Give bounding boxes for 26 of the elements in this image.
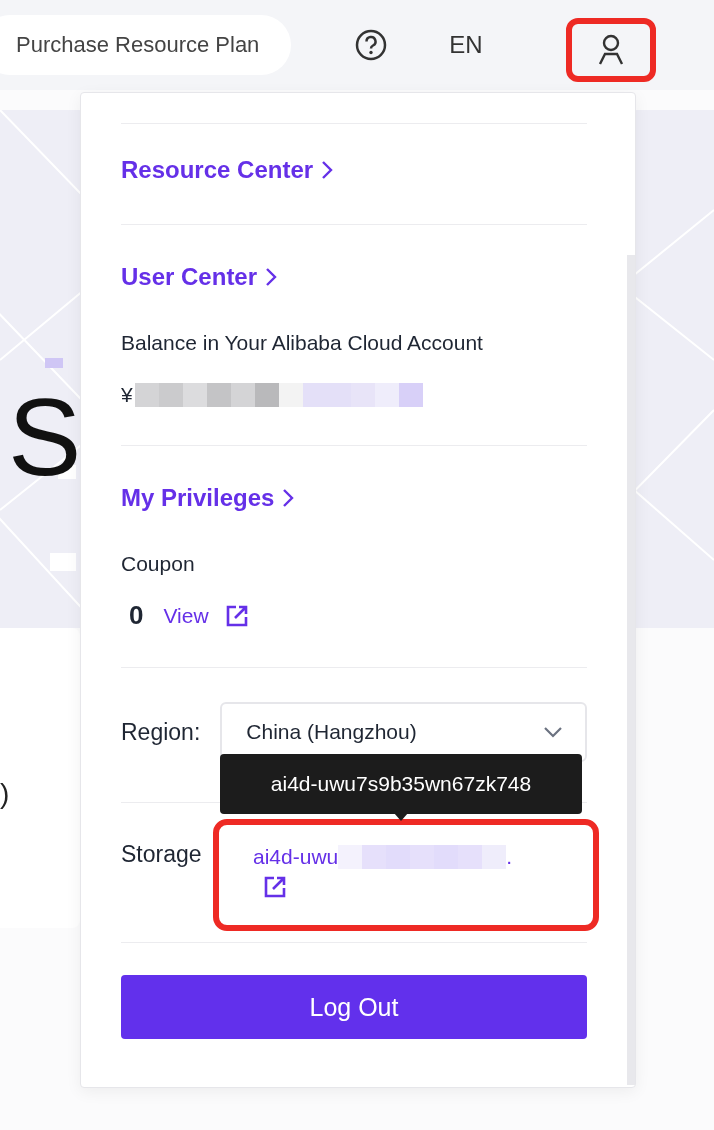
user-icon[interactable] bbox=[597, 34, 625, 66]
user-center-link[interactable]: User Center bbox=[121, 263, 278, 291]
chevron-right-icon bbox=[321, 160, 334, 180]
privileges-link[interactable]: My Privileges bbox=[121, 484, 295, 512]
coupon-count: 0 bbox=[129, 600, 144, 631]
coupon-label: Coupon bbox=[121, 552, 195, 576]
chevron-right-icon bbox=[265, 267, 278, 287]
card-text: ) bbox=[0, 778, 10, 810]
external-link-icon[interactable] bbox=[263, 875, 287, 899]
purchase-plan-button[interactable]: Purchase Resource Plan bbox=[0, 15, 292, 75]
resource-center-link[interactable]: Resource Center bbox=[121, 156, 334, 184]
region-label: Region: bbox=[121, 718, 201, 746]
chevron-down-icon bbox=[543, 726, 563, 738]
storage-link-end[interactable]: . bbox=[506, 845, 513, 869]
storage-label: Storage bbox=[121, 841, 202, 868]
hero-title: S bbox=[8, 382, 82, 492]
help-icon[interactable] bbox=[355, 29, 388, 61]
language-label[interactable]: EN bbox=[449, 31, 483, 59]
chevron-right-icon bbox=[282, 488, 295, 508]
logout-button[interactable]: Log Out bbox=[121, 975, 587, 1039]
external-link-icon[interactable] bbox=[224, 603, 249, 628]
view-coupons-link[interactable]: View bbox=[163, 603, 209, 628]
tooltip-text: ai4d-uwu7s9b35wn67zk748 bbox=[270, 772, 532, 796]
storage-link[interactable]: ai4d-uwu bbox=[253, 845, 339, 869]
currency-symbol: ¥ bbox=[121, 383, 133, 407]
balance-label: Balance in Your Alibaba Cloud Account bbox=[121, 331, 483, 355]
